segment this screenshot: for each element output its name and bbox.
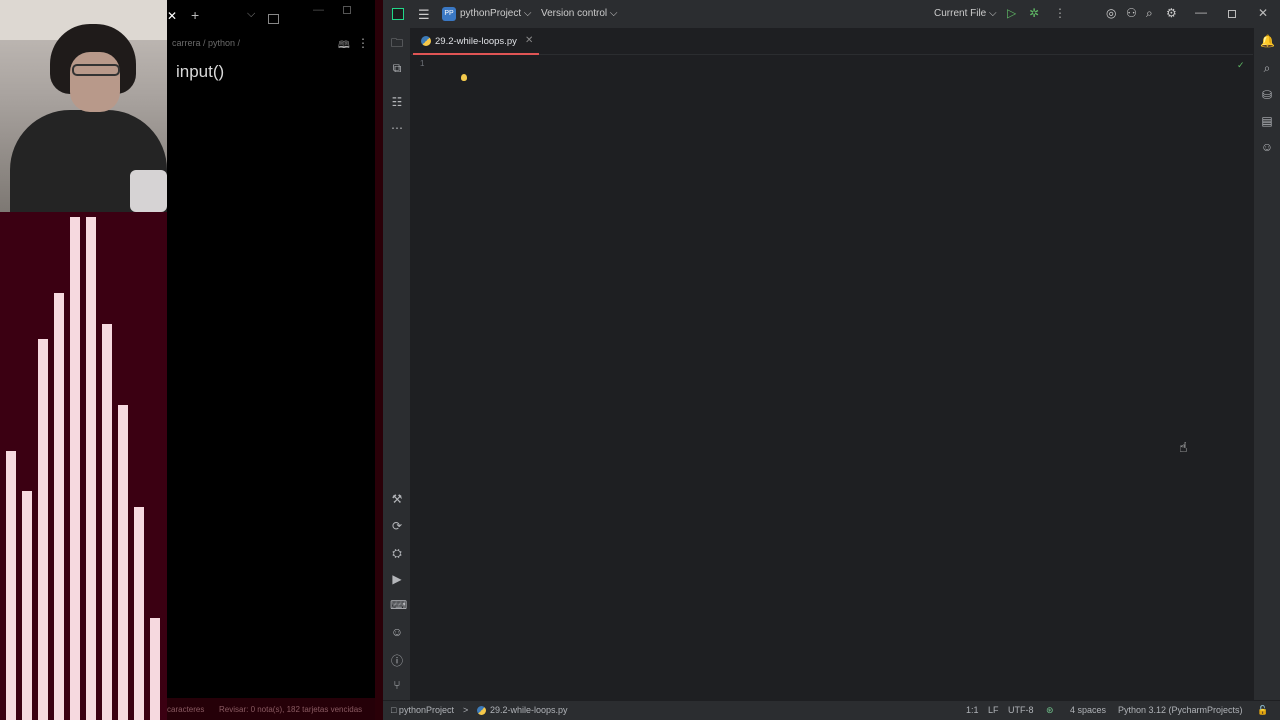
notes-close-tab-icon[interactable]: ✕ [167,9,177,23]
inspection-ok-icon[interactable]: ✓ [1237,60,1245,71]
editor-gutter: 1 [411,55,457,700]
search-everywhere-icon[interactable]: ⌕ [1146,6,1153,21]
python-file-icon [477,706,486,715]
version-control-menu[interactable]: Version control ⌵ [541,8,618,19]
webcam-person-glasses [72,64,120,76]
left-tool-icon[interactable]: ⟳ [390,519,404,533]
left-tool-icon[interactable]: ☷ [390,95,404,109]
status-git-icon[interactable]: ⊛ [1046,705,1054,716]
notes-maximize-icon[interactable] [343,6,351,14]
webcam-feed [0,0,167,212]
status-interpreter[interactable]: Python 3.12 (PycharmProjects) [1118,705,1243,715]
main-menu-icon[interactable]: ☰ [418,7,430,23]
ai-assistant-icon[interactable]: ◎ [1106,6,1116,20]
right-tool-icon[interactable]: ⌕ [1260,61,1274,76]
pycharm-logo-icon [392,8,404,20]
left-tool-icon[interactable]: ⓘ [390,652,404,669]
left-tool-icon[interactable]: ☺ [390,625,404,639]
ide-status-bar: □ pythonProject > 29.2-while-loops.py 1:… [383,700,1280,720]
ide-titlebar: ☰ PP pythonProject ⌵ Version control ⌵ C… [383,0,1280,28]
debug-icon[interactable]: ✲ [1029,6,1039,20]
window-divider [375,0,383,720]
status-caret-position[interactable]: 1:1 [966,705,979,715]
left-tool-icon[interactable]: ⋯ [390,121,404,135]
status-breadcrumb-separator: > [463,705,469,715]
audio-bar [118,405,128,720]
settings-gear-icon[interactable]: ⚙ [1166,6,1177,20]
audio-bar [6,451,16,720]
notes-split-view-icon[interactable] [268,14,279,24]
notes-tab-dropdown-icon[interactable]: ⌵ [247,8,255,21]
project-selector[interactable]: pythonProject ⌵ [460,8,532,19]
notes-more-options-icon[interactable]: ⋮ [357,36,369,50]
left-tool-icon[interactable]: ⚒ [390,492,404,506]
webcam-background-object [130,170,167,212]
audio-visualizer [0,212,167,720]
audio-bar [38,339,48,720]
right-tool-icon[interactable]: 🔔 [1260,34,1275,48]
right-tool-icon[interactable]: ▤ [1260,114,1274,128]
tab-file-name: 29.2-while-loops.py [435,36,517,47]
line-number: 1 [420,59,425,68]
code-with-me-icon[interactable]: ⚇ [1126,6,1137,20]
right-tool-icon[interactable]: ⛁ [1260,88,1274,102]
screen: ✕ + ⌵ — carrera / python / 🕮 ⋮ input() c… [0,0,1280,720]
note-title[interactable]: input() [176,62,224,82]
notes-new-tab-icon[interactable]: + [191,7,199,23]
left-tool-icon[interactable]: ⧉ [390,61,404,76]
notes-minimize-icon[interactable]: — [313,4,324,16]
left-tool-icon[interactable]: ⑂ [390,678,404,692]
run-configuration-selector[interactable]: Current File ⌵ [934,8,997,19]
audio-bar [22,491,32,720]
editor-tab-active[interactable]: 29.2-while-loops.py ✕ [413,28,539,55]
status-file-breadcrumb[interactable]: 29.2-while-loops.py [477,705,568,715]
webcam-person-face [70,52,120,112]
editor-tab-bar: 29.2-while-loops.py ✕ [411,28,1253,55]
code-editor[interactable]: 1 ✓ ☝ [411,55,1253,700]
notes-breadcrumb[interactable]: carrera / python / [172,38,240,48]
run-icon[interactable]: ▷ [1007,6,1016,20]
left-tool-icon[interactable]: ⌨ [390,598,407,612]
python-file-icon [421,36,431,46]
right-tool-icon[interactable]: ☺ [1260,140,1274,154]
status-encoding[interactable]: UTF-8 [1008,705,1034,715]
window-maximize-icon[interactable] [1228,10,1236,18]
right-tool-window-bar: 🔔 ⌕ ⛁ ▤ ☺ [1253,28,1280,700]
left-tool-window-bar: 🗀 ⧉ ☷ ⋯ ⚒ ⟳ ⛭ ▶ ⌨ ☺ ⓘ ⑂ [383,28,411,700]
notes-app-titlebar: ✕ + ⌵ — [167,0,383,32]
reading-view-icon[interactable]: 🕮 [338,38,350,55]
window-minimize-icon[interactable]: — [1195,5,1207,19]
intention-lightbulb-icon[interactable] [461,74,467,81]
more-actions-icon[interactable]: ⋮ [1054,6,1066,20]
left-visualizer-panel [0,0,167,720]
notes-app-window: ✕ + ⌵ — carrera / python / 🕮 ⋮ input() c… [167,0,383,720]
notes-status-characters: caracteres [167,705,205,714]
window-close-icon[interactable]: ✕ [1258,6,1268,20]
notes-status-review: Revisar: 0 nota(s), 182 tarjetas vencida… [219,705,363,714]
pycharm-window: ☰ PP pythonProject ⌵ Version control ⌵ C… [383,0,1280,720]
mouse-hand-cursor-icon: ☝ [1179,439,1188,455]
status-file-name: 29.2-while-loops.py [490,705,568,715]
tab-close-icon[interactable]: ✕ [525,35,533,46]
status-project-breadcrumb[interactable]: □ pythonProject [391,705,454,715]
project-badge[interactable]: PP [442,7,456,21]
audio-bar [102,324,112,720]
status-line-separator[interactable]: LF [988,705,999,715]
left-tool-icon[interactable]: 🗀 [390,34,404,55]
audio-bar [54,293,64,720]
left-tool-icon[interactable]: ⛭ [390,546,404,561]
left-tool-icon[interactable]: ▶ [390,572,404,586]
audio-bar [134,507,144,720]
status-readonly-lock-icon[interactable]: 🔓 [1257,705,1268,716]
audio-bar [70,217,80,720]
status-indent[interactable]: 4 spaces [1070,705,1106,715]
audio-bar [86,217,96,720]
audio-bar [150,618,160,720]
